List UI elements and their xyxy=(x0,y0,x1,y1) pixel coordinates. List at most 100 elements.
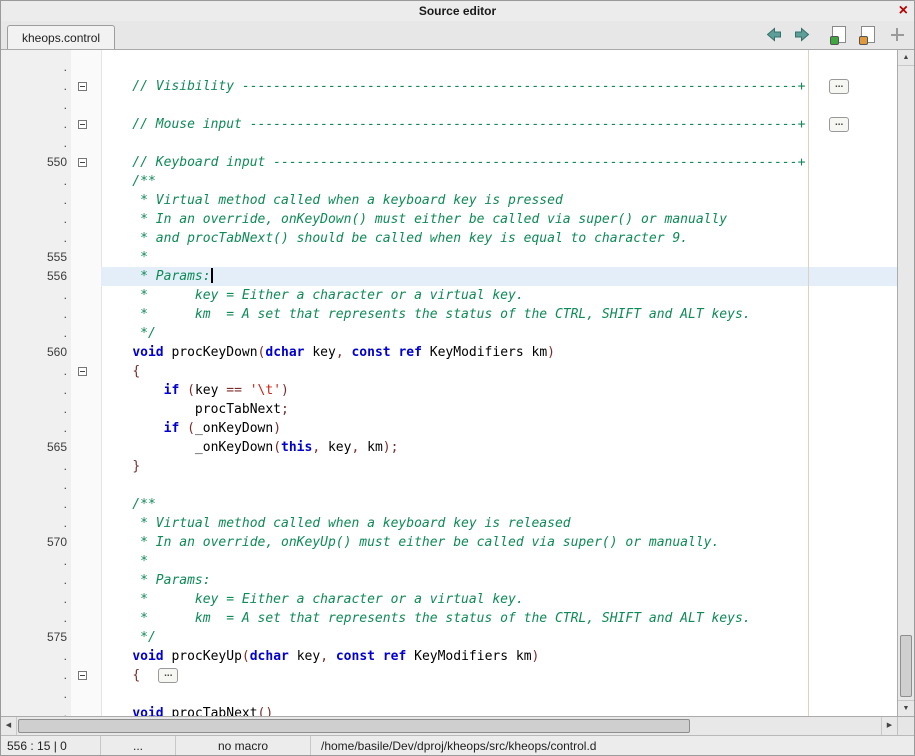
detach-icon[interactable] xyxy=(888,26,906,43)
fold-toggle-icon[interactable] xyxy=(78,158,87,167)
code-text[interactable]: * Params: xyxy=(101,267,897,286)
code-line[interactable]: . } xyxy=(1,457,897,476)
code-text[interactable]: * Virtual method called when a keyboard … xyxy=(101,514,897,533)
code-line[interactable]: . * xyxy=(1,552,897,571)
code-text[interactable] xyxy=(101,96,897,115)
code-text[interactable]: procTabNext; xyxy=(101,400,897,419)
code-line[interactable]: . /** xyxy=(1,172,897,191)
code-line[interactable]: . * In an override, onKeyDown() must eit… xyxy=(1,210,897,229)
code-line[interactable]: . xyxy=(1,476,897,495)
code-line[interactable]: . xyxy=(1,58,897,77)
code-text[interactable]: */ xyxy=(101,324,897,343)
vertical-scrollbar[interactable]: ▲ ▼ xyxy=(897,50,914,716)
folded-code-ellipsis[interactable]: ... xyxy=(829,117,849,132)
code-text[interactable] xyxy=(101,134,897,153)
code-line[interactable]: 556 * Params: xyxy=(1,267,897,286)
code-text[interactable]: if (key == '\t') xyxy=(101,381,897,400)
horizontal-scrollbar[interactable]: ◀ ▶ xyxy=(1,717,897,735)
code-line[interactable]: 555 * xyxy=(1,248,897,267)
code-text[interactable]: void procTabNext() xyxy=(101,704,897,716)
code-line[interactable]: . xyxy=(1,685,897,704)
go-forward-icon[interactable] xyxy=(793,26,811,43)
fold-toggle-icon[interactable] xyxy=(78,82,87,91)
code-line[interactable]: . void procTabNext() xyxy=(1,704,897,716)
code-line[interactable]: . * key = Either a character or a virtua… xyxy=(1,590,897,609)
save-document-icon[interactable] xyxy=(830,26,848,43)
tab-label: kheops.control xyxy=(22,31,100,45)
line-number: . xyxy=(1,305,71,324)
code-text[interactable] xyxy=(101,58,897,77)
code-text[interactable]: * In an override, onKeyDown() must eithe… xyxy=(101,210,897,229)
folded-code-ellipsis[interactable]: ... xyxy=(829,79,849,94)
code-line[interactable]: . // Visibility ------------------------… xyxy=(1,77,897,96)
code-line[interactable]: . /** xyxy=(1,495,897,514)
code-line[interactable]: 550 // Keyboard input ------------------… xyxy=(1,153,897,172)
tab-kheops-control[interactable]: kheops.control xyxy=(7,25,115,49)
folded-code-ellipsis[interactable]: ... xyxy=(158,668,178,683)
code-line[interactable]: . * and procTabNext() should be called w… xyxy=(1,229,897,248)
code-text[interactable]: void procKeyUp(dchar key, const ref KeyM… xyxy=(101,647,897,666)
code-text[interactable]: _onKeyDown(this, key, km); xyxy=(101,438,897,457)
code-line[interactable]: . * key = Either a character or a virtua… xyxy=(1,286,897,305)
code-text[interactable]: } xyxy=(101,457,897,476)
code-text[interactable]: // Keyboard input ----------------------… xyxy=(101,153,897,172)
code-text[interactable]: // Visibility --------------------------… xyxy=(101,77,897,96)
code-line[interactable]: . if (key == '\t') xyxy=(1,381,897,400)
code-text[interactable]: // Mouse input -------------------------… xyxy=(101,115,897,134)
line-number: . xyxy=(1,77,71,96)
code-line[interactable]: 560 void procKeyDown(dchar key, const re… xyxy=(1,343,897,362)
scroll-down-icon[interactable]: ▼ xyxy=(898,700,914,716)
code-text[interactable]: { xyxy=(101,362,897,381)
code-line[interactable]: . * km = A set that represents the statu… xyxy=(1,609,897,628)
fold-column xyxy=(71,552,101,571)
code-text[interactable]: * km = A set that represents the status … xyxy=(101,305,897,324)
code-text[interactable]: * and procTabNext() should be called whe… xyxy=(101,229,897,248)
code-text[interactable]: if (_onKeyDown) xyxy=(101,419,897,438)
code-line[interactable]: . * Virtual method called when a keyboar… xyxy=(1,191,897,210)
code-line[interactable]: . procTabNext; xyxy=(1,400,897,419)
editor-area: .. // Visibility -----------------------… xyxy=(1,50,914,716)
fold-toggle-icon[interactable] xyxy=(78,367,87,376)
code-line[interactable]: . */ xyxy=(1,324,897,343)
code-text[interactable]: * km = A set that represents the status … xyxy=(101,609,897,628)
code-text[interactable]: * In an override, onKeyUp() must either … xyxy=(101,533,897,552)
code-text[interactable]: * Virtual method called when a keyboard … xyxy=(101,191,897,210)
code-line[interactable]: . if (_onKeyDown) xyxy=(1,419,897,438)
close-icon[interactable]: × xyxy=(899,1,908,21)
code-line[interactable]: 565 _onKeyDown(this, key, km); xyxy=(1,438,897,457)
code-text[interactable] xyxy=(101,476,897,495)
code-line[interactable]: . // Mouse input -----------------------… xyxy=(1,115,897,134)
horizontal-scrollbar-thumb[interactable] xyxy=(18,719,690,733)
line-number: . xyxy=(1,590,71,609)
code-line[interactable]: . * km = A set that represents the statu… xyxy=(1,305,897,324)
code-line[interactable]: . * Params: xyxy=(1,571,897,590)
code-line[interactable]: 575 */ xyxy=(1,628,897,647)
code-text[interactable]: * xyxy=(101,248,897,267)
code-line[interactable]: . { xyxy=(1,362,897,381)
code-text[interactable]: * xyxy=(101,552,897,571)
code-line[interactable]: . void procKeyUp(dchar key, const ref Ke… xyxy=(1,647,897,666)
vertical-scrollbar-thumb[interactable] xyxy=(900,635,912,697)
code-text[interactable]: * key = Either a character or a virtual … xyxy=(101,286,897,305)
fold-toggle-icon[interactable] xyxy=(78,671,87,680)
code-line[interactable]: . xyxy=(1,96,897,115)
code-text[interactable]: * key = Either a character or a virtual … xyxy=(101,590,897,609)
fold-toggle-icon[interactable] xyxy=(78,120,87,129)
code-text[interactable]: /** xyxy=(101,495,897,514)
code-line[interactable]: . * Virtual method called when a keyboar… xyxy=(1,514,897,533)
go-back-icon[interactable] xyxy=(764,26,782,43)
save-document-as-icon[interactable] xyxy=(859,26,877,43)
code-line[interactable]: 570 * In an override, onKeyUp() must eit… xyxy=(1,533,897,552)
scroll-left-icon[interactable]: ◀ xyxy=(1,717,17,735)
scroll-right-icon[interactable]: ▶ xyxy=(881,717,897,735)
code-text[interactable]: /** xyxy=(101,172,897,191)
code-text[interactable]: {... xyxy=(101,666,897,685)
code-text[interactable] xyxy=(101,685,897,704)
code-line[interactable]: . {... xyxy=(1,666,897,685)
code-text[interactable]: void procKeyDown(dchar key, const ref Ke… xyxy=(101,343,897,362)
code-line[interactable]: . xyxy=(1,134,897,153)
code-text[interactable]: */ xyxy=(101,628,897,647)
code-editor[interactable]: .. // Visibility -----------------------… xyxy=(1,50,897,716)
code-text[interactable]: * Params: xyxy=(101,571,897,590)
scroll-up-icon[interactable]: ▲ xyxy=(898,50,914,66)
